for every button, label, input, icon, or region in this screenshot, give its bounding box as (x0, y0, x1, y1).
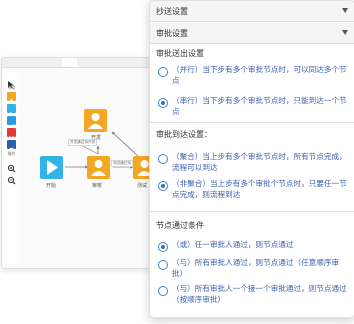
user-icon (91, 160, 106, 176)
approve-node-label: 审核 (92, 183, 103, 189)
radio-outgoing-serial[interactable] (158, 98, 168, 108)
editor-tab[interactable] (2, 58, 17, 67)
editor-tab[interactable] (17, 58, 32, 67)
section-divider (150, 122, 354, 123)
cursor-tool[interactable] (7, 74, 16, 89)
editor-tab[interactable] (77, 58, 92, 67)
editor-tab[interactable] (62, 58, 77, 67)
radio-pass-any[interactable] (158, 242, 168, 252)
option-pass-sequential-label: （与）所有审批人一个接一个审批通过，则节点通过（按顺序审批） (172, 284, 347, 304)
option-outgoing-parallel-label: （并行）当下步有多个审批节点时，可以同达多个节点 (172, 65, 347, 85)
approve-tool[interactable] (7, 116, 16, 130)
outgoing-section-title: 审批送出设置 (156, 49, 204, 58)
toolbox-label-op: 操作 (7, 151, 16, 156)
radio-arrival-aggregate[interactable] (158, 154, 168, 164)
connector-test-dev (111, 131, 139, 157)
option-pass-all-label: （与）所有审批人通过，则节点通过（任意顺序审批） (172, 258, 340, 278)
condition-label-test[interactable]: 测试通过待 (111, 160, 133, 167)
cc-settings-header[interactable]: 抄送设置 (150, 1, 354, 22)
cc-settings-title: 抄送设置 (156, 7, 188, 16)
toolbox-label-node: 节点 (7, 85, 16, 90)
zoom-out-icon (7, 176, 16, 185)
option-outgoing-serial-label: （串行）当下步有多个审批节点时，只能到达一个节点 (172, 96, 347, 116)
option-pass-any-label: （或）任一审批人通过，则节点通过 (172, 240, 294, 249)
chevron-down-icon (342, 8, 348, 13)
radio-outgoing-parallel[interactable] (158, 67, 168, 77)
settings-tool[interactable] (7, 140, 16, 154)
radio-pass-all[interactable] (158, 260, 168, 270)
pass-condition-title: 节点通过条件 (156, 221, 204, 230)
approve-node[interactable] (87, 156, 110, 179)
approval-settings-header[interactable]: 审批设置 (150, 23, 354, 44)
arrival-section-title: 审批到达设置： (156, 130, 212, 139)
end-tool[interactable] (7, 128, 16, 141)
user-task-tool[interactable] (7, 92, 16, 106)
editor-tab[interactable] (47, 58, 62, 67)
editor-tab[interactable] (92, 58, 107, 67)
user-icon (88, 113, 103, 129)
section-divider (150, 211, 354, 212)
start-tool[interactable] (7, 104, 16, 117)
start-node-label: 开始 (46, 183, 57, 189)
radio-arrival-nonaggregate[interactable] (158, 181, 168, 191)
dev-node[interactable] (84, 109, 107, 132)
condition-label-dev[interactable]: 开发通过待开发 (68, 139, 98, 146)
editor-toolbox: 节点 操作 (4, 72, 19, 264)
editor-tab[interactable] (122, 58, 137, 67)
editor-tab[interactable] (32, 58, 47, 67)
option-arrival-nonaggregate-label: （非聚合）当上步有多个审批个节点时，只要任一节点完成，则流程到达 (172, 179, 347, 199)
radio-pass-sequential[interactable] (158, 286, 168, 296)
test-node-label: 测试 (137, 183, 148, 189)
approval-settings-title: 审批设置 (156, 29, 188, 38)
option-arrival-aggregate-label: （聚合）当上步有多个审批节点时，所有节点完成，流程可以到达 (172, 152, 347, 172)
play-icon (47, 160, 58, 175)
start-node[interactable] (40, 156, 63, 179)
zoom-out-button[interactable] (7, 170, 16, 185)
chevron-down-icon (342, 30, 348, 35)
zoom-in-button[interactable] (7, 158, 16, 173)
approval-settings-panel: 抄送设置 审批设置 审批送出设置 （并行）当下步有多个审批节点时，可以同达多个节… (149, 0, 354, 318)
editor-tab[interactable] (107, 58, 122, 67)
